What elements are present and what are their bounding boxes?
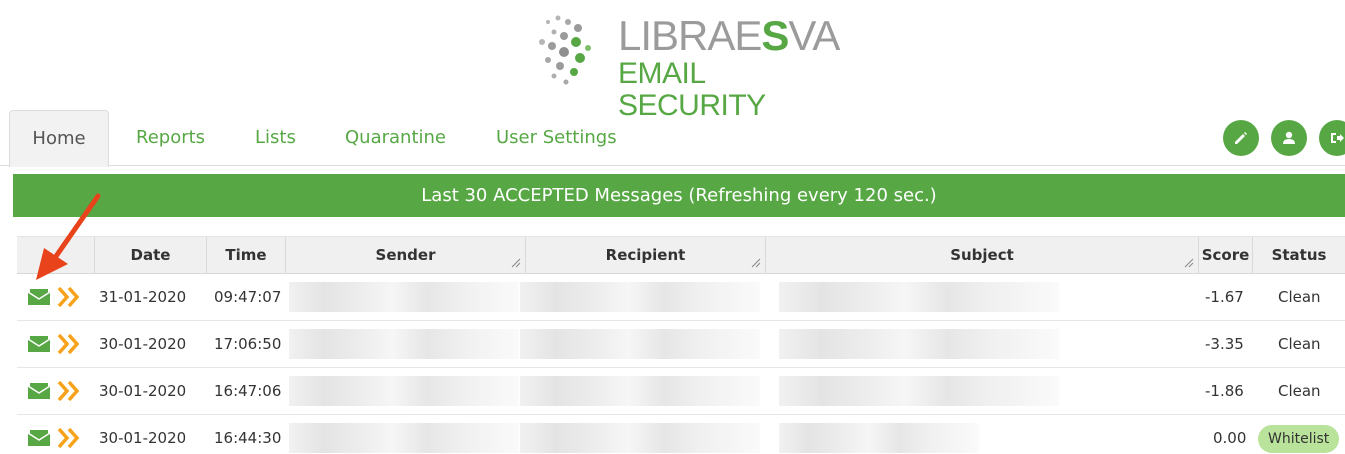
row-score: 0.00 <box>1213 429 1247 447</box>
envelope-icon[interactable] <box>27 382 51 400</box>
envelope-icon[interactable] <box>27 429 51 447</box>
row-time: 17:06:50 <box>214 335 282 353</box>
table-row[interactable]: 30-01-2020 16:44:30 0.00 Whitelist <box>17 415 1345 454</box>
sender-redacted <box>289 282 519 312</box>
libraesva-logo: LIBRAESVA EMAIL SECURITY <box>534 12 840 122</box>
edit-button[interactable] <box>1223 120 1259 156</box>
logout-icon <box>1331 133 1344 143</box>
user-profile-button[interactable] <box>1271 120 1307 156</box>
user-icon <box>1283 131 1295 144</box>
row-date: 30-01-2020 <box>99 382 187 400</box>
tab-reports[interactable]: Reports <box>136 110 205 166</box>
header-score[interactable]: Score <box>1199 237 1253 274</box>
header-sender[interactable]: Sender <box>286 237 526 274</box>
double-chevron-right-icon[interactable] <box>57 333 81 355</box>
resize-handle-icon[interactable] <box>751 258 761 268</box>
sender-redacted <box>289 329 519 359</box>
tab-lists[interactable]: Lists <box>255 110 296 166</box>
table-row[interactable]: 30-01-2020 16:47:06 -1.86 Clean <box>17 368 1345 415</box>
row-score: -3.35 <box>1205 335 1244 353</box>
double-chevron-right-icon[interactable] <box>57 286 81 308</box>
table-header: Date Time Sender Recipient Subject Score… <box>17 236 1345 274</box>
recipient-redacted <box>520 282 760 312</box>
subject-redacted <box>779 423 979 453</box>
row-date: 30-01-2020 <box>99 335 187 353</box>
row-score: -1.86 <box>1205 382 1244 400</box>
table-row[interactable]: 30-01-2020 17:06:50 -3.35 Clean <box>17 321 1345 368</box>
pencil-icon <box>1235 132 1247 144</box>
logo-wordmark: LIBRAESVA <box>618 12 840 59</box>
messages-banner: Last 30 ACCEPTED Messages (Refreshing ev… <box>13 174 1345 217</box>
table-row[interactable]: 31-01-2020 09:47:07 -1.67 Clean <box>17 274 1345 321</box>
row-status: Clean <box>1278 335 1321 353</box>
tab-home[interactable]: Home <box>9 110 109 167</box>
row-time: 16:47:06 <box>214 382 282 400</box>
resize-handle-icon[interactable] <box>1184 258 1194 268</box>
sender-redacted <box>289 376 519 406</box>
main-nav-tabs: Home Reports Lists Quarantine User Setti… <box>0 110 1345 167</box>
double-chevron-right-icon[interactable] <box>57 380 81 402</box>
subject-redacted <box>779 329 1059 359</box>
subject-redacted <box>779 282 1059 312</box>
recipient-redacted <box>520 423 760 453</box>
header-subject[interactable]: Subject <box>766 237 1199 274</box>
envelope-icon[interactable] <box>27 288 51 306</box>
row-date: 31-01-2020 <box>99 288 187 306</box>
header-time[interactable]: Time <box>207 237 286 274</box>
header-status[interactable]: Status <box>1253 237 1345 274</box>
header-icons <box>17 237 95 274</box>
row-status: Clean <box>1278 382 1321 400</box>
logo-dots-icon <box>539 15 591 85</box>
tab-user-settings[interactable]: User Settings <box>496 110 617 166</box>
row-date: 30-01-2020 <box>99 429 187 447</box>
header-date[interactable]: Date <box>95 237 207 274</box>
row-time: 16:44:30 <box>214 429 282 447</box>
tab-quarantine[interactable]: Quarantine <box>345 110 446 166</box>
row-time: 09:47:07 <box>214 288 282 306</box>
recipient-redacted <box>520 376 760 406</box>
sender-redacted <box>289 423 519 453</box>
recipient-redacted <box>520 329 760 359</box>
whitelist-badge: Whitelist <box>1258 425 1340 453</box>
subject-redacted <box>779 376 1059 406</box>
messages-table: Date Time Sender Recipient Subject Score… <box>17 236 1345 454</box>
row-score: -1.67 <box>1205 288 1244 306</box>
double-chevron-right-icon[interactable] <box>57 427 81 449</box>
row-status: Whitelist <box>1258 415 1340 454</box>
resize-handle-icon[interactable] <box>511 258 521 268</box>
envelope-icon[interactable] <box>27 335 51 353</box>
row-status: Clean <box>1278 288 1321 306</box>
header-recipient[interactable]: Recipient <box>526 237 766 274</box>
